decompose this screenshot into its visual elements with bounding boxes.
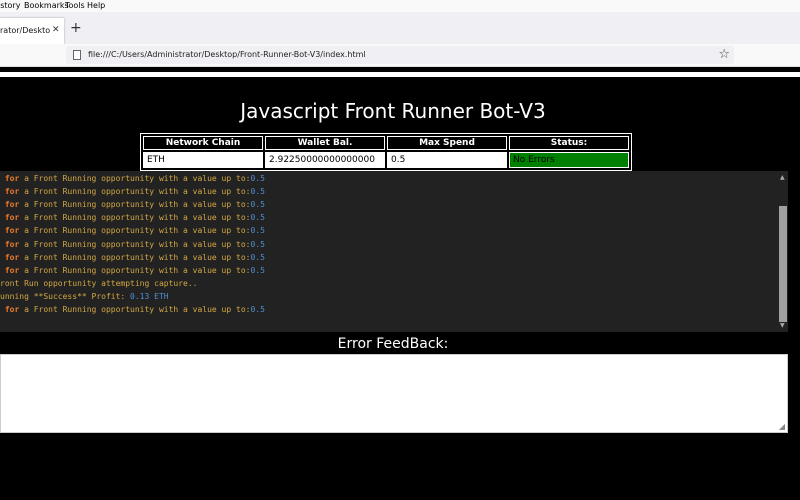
console-text: a Front Running opportunity with a value…: [19, 213, 251, 223]
console-keyword: for: [0, 305, 20, 314]
browser-menubar: istory Bookmarks Tools Help: [0, 0, 800, 12]
console-line: for a Front Running opportunity with a v…: [0, 253, 265, 262]
console-scrollbar[interactable]: ▲ ▼: [778, 174, 788, 332]
error-feedback-textarea[interactable]: ◢: [0, 354, 788, 433]
page-icon: [73, 50, 81, 60]
console-line: for a Front Running opportunity with a v…: [0, 266, 265, 275]
console-line: for a Front Running opportunity with a v…: [0, 240, 265, 249]
menu-tools[interactable]: Tools: [65, 1, 85, 10]
console-text: a Front Running opportunity with a value…: [19, 265, 251, 275]
network-chain-field[interactable]: ETH: [144, 153, 262, 167]
console-number: 0.5: [250, 213, 265, 223]
navigation-bar: file:///C:/Users/Administrator/Desktop/F…: [0, 44, 800, 67]
header-max-spend: Max Spend: [387, 136, 507, 150]
tab-bar: rator/Desktop/F ✕ +: [0, 12, 800, 44]
console-line: for a Front Running opportunity with a v…: [0, 174, 265, 183]
console-line: for a Front Running opportunity with a v…: [0, 187, 265, 196]
scroll-down-icon[interactable]: ▼: [780, 322, 785, 329]
tab-title: rator/Desktop/F: [0, 26, 50, 35]
page-top-rule: [0, 72, 800, 77]
scroll-up-icon[interactable]: ▲: [780, 174, 785, 181]
console-line: unning **Success** Profit: 0.13 ETH: [0, 292, 169, 301]
console-line: for a Front Running opportunity with a v…: [0, 305, 265, 314]
console-number: 0.5: [250, 226, 265, 236]
console-number: 0.5: [250, 265, 265, 275]
console-text: a Front Running opportunity with a value…: [19, 226, 251, 236]
console-number: 0.13: [130, 291, 150, 301]
console-number: 0.5: [250, 252, 265, 262]
console-text: ront Run opportunity attempting capture.…: [0, 278, 198, 288]
browser-tab[interactable]: rator/Desktop/F ✕: [0, 18, 64, 44]
console-keyword: for: [0, 213, 20, 223]
console-text: a Front Running opportunity with a value…: [19, 252, 251, 262]
url-text[interactable]: file:///C:/Users/Administrator/Desktop/F…: [88, 50, 366, 59]
console-number: 0.5: [250, 239, 265, 249]
console-log[interactable]: for a Front Running opportunity with a v…: [0, 171, 788, 332]
console-line: for a Front Running opportunity with a v…: [0, 226, 265, 235]
console-line: ront Run opportunity attempting capture.…: [0, 279, 197, 288]
scrollbar-thumb[interactable]: [779, 206, 787, 322]
console-unit: ETH: [149, 291, 169, 301]
console-number: 0.5: [250, 305, 265, 314]
menu-help[interactable]: Help: [87, 1, 105, 10]
console-keyword: for: [0, 239, 20, 249]
console-number: 0.5: [250, 174, 265, 183]
menu-history[interactable]: istory: [0, 1, 20, 10]
resize-grip-icon[interactable]: ◢: [779, 422, 785, 431]
console-text: a Front Running opportunity with a value…: [19, 187, 251, 197]
close-icon[interactable]: ✕: [52, 25, 60, 35]
address-bar[interactable]: file:///C:/Users/Administrator/Desktop/F…: [66, 46, 734, 64]
console-text: a Front Running opportunity with a value…: [19, 305, 251, 314]
header-network-chain: Network Chain: [143, 136, 263, 150]
status-badge: No Errors: [510, 153, 628, 167]
wallet-balance-cell: 2.92250000000000000: [265, 152, 385, 168]
console-keyword: for: [0, 265, 20, 275]
menu-bookmarks[interactable]: Bookmarks: [24, 1, 69, 10]
network-chain-cell: ETH: [143, 152, 263, 168]
header-status: Status:: [509, 136, 629, 150]
new-tab-icon[interactable]: +: [70, 21, 82, 35]
console-line: for a Front Running opportunity with a v…: [0, 200, 265, 209]
console-number: 0.5: [250, 187, 265, 197]
bookmark-star-icon[interactable]: ☆: [718, 47, 730, 62]
console-keyword: for: [0, 252, 20, 262]
wallet-balance-field[interactable]: 2.92250000000000000: [266, 153, 384, 167]
page-title: Javascript Front Runner Bot-V3: [240, 99, 546, 123]
max-spend-cell: 0.5: [387, 152, 507, 168]
console-text: unning **Success** Profit:: [0, 291, 131, 301]
console-keyword: for: [0, 174, 20, 183]
console-keyword: for: [0, 187, 20, 197]
console-text: a Front Running opportunity with a value…: [19, 239, 251, 249]
console-text: a Front Running opportunity with a value…: [19, 200, 251, 210]
console-number: 0.5: [250, 200, 265, 210]
error-feedback-title: Error FeedBack:: [337, 336, 449, 352]
stats-table: Network Chain Wallet Bal. Max Spend Stat…: [140, 133, 632, 171]
max-spend-field[interactable]: 0.5: [388, 153, 506, 167]
header-wallet-balance: Wallet Bal.: [265, 136, 385, 150]
console-keyword: for: [0, 226, 20, 236]
console-keyword: for: [0, 200, 20, 210]
status-cell: No Errors: [509, 152, 629, 168]
console-line: for a Front Running opportunity with a v…: [0, 213, 265, 222]
console-text: a Front Running opportunity with a value…: [19, 174, 251, 183]
